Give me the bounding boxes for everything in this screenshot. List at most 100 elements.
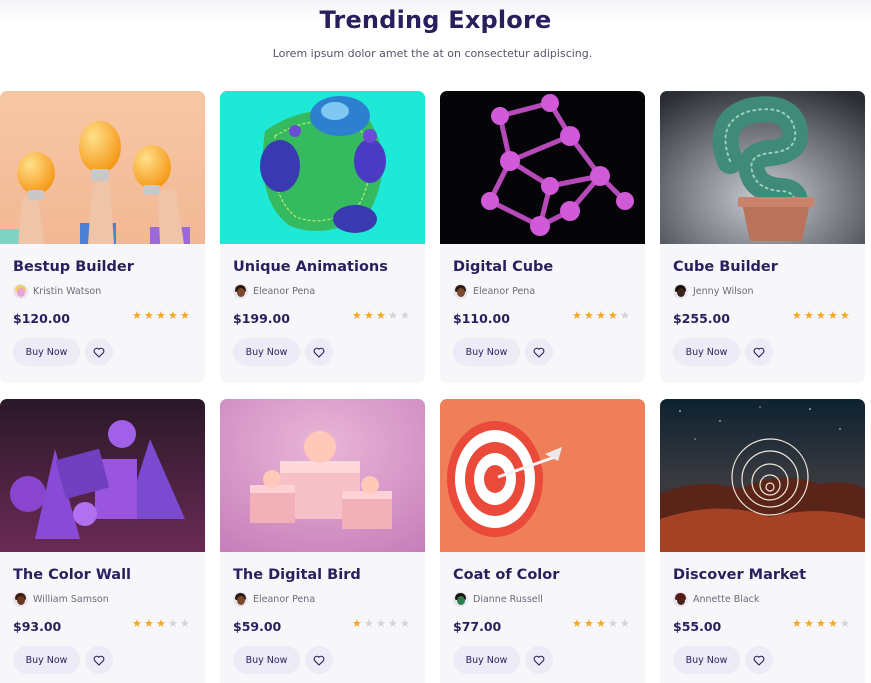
buy-now-button[interactable]: Buy Now xyxy=(453,646,520,674)
heart-icon xyxy=(313,347,325,358)
star-icon: ★ xyxy=(792,309,802,322)
product-image-cactus-pot[interactable] xyxy=(660,91,865,244)
star-icon: ★ xyxy=(840,617,850,630)
wishlist-button[interactable] xyxy=(305,338,333,366)
buy-now-button[interactable]: Buy Now xyxy=(673,338,740,366)
product-title[interactable]: The Digital Bird xyxy=(233,567,361,583)
author-name: Kristin Watson xyxy=(33,286,102,297)
star-icon: ★ xyxy=(388,617,398,630)
star-icon: ★ xyxy=(608,309,618,322)
author[interactable]: Annette Black xyxy=(673,592,759,607)
star-icon: ★ xyxy=(828,309,838,322)
author[interactable]: Eleanor Pena xyxy=(453,284,535,299)
avatar xyxy=(673,592,688,607)
author[interactable]: Jenny Wilson xyxy=(673,284,754,299)
product-title[interactable]: Cube Builder xyxy=(673,259,778,275)
star-icon: ★ xyxy=(364,309,374,322)
buy-now-button[interactable]: Buy Now xyxy=(13,646,80,674)
buy-now-button[interactable]: Buy Now xyxy=(233,646,300,674)
star-icon: ★ xyxy=(816,617,826,630)
wishlist-button[interactable] xyxy=(85,338,113,366)
product-card[interactable]: Digital Cube Eleanor Pena $110.00 ★ ★ ★ ★ ★ … xyxy=(440,91,645,383)
buy-now-button[interactable]: Buy Now xyxy=(13,338,80,366)
wishlist-button[interactable] xyxy=(745,646,773,674)
star-icon: ★ xyxy=(376,309,386,322)
buy-now-button[interactable]: Buy Now xyxy=(453,338,520,366)
star-icon: ★ xyxy=(352,309,362,322)
author[interactable]: William Samson xyxy=(13,592,109,607)
star-icon: ★ xyxy=(620,309,630,322)
rating-stars: ★ ★ ★ ★ ★ xyxy=(351,310,411,321)
rating-stars: ★ ★ ★ ★ ★ xyxy=(571,310,631,321)
wishlist-button[interactable] xyxy=(525,338,553,366)
product-card[interactable]: Coat of Color Dianne Russell $77.00 ★ ★ ★ ★… xyxy=(440,399,645,683)
avatar xyxy=(233,284,248,299)
wishlist-button[interactable] xyxy=(305,646,333,674)
star-icon: ★ xyxy=(168,617,178,630)
author[interactable]: Eleanor Pena xyxy=(233,592,315,607)
star-icon: ★ xyxy=(132,617,142,630)
heart-icon xyxy=(93,655,105,666)
rating-stars: ★ ★ ★ ★ ★ xyxy=(131,618,191,629)
star-icon: ★ xyxy=(804,309,814,322)
star-icon: ★ xyxy=(180,617,190,630)
price: $120.00 xyxy=(13,311,70,326)
product-title[interactable]: Discover Market xyxy=(673,567,806,583)
wishlist-button[interactable] xyxy=(525,646,553,674)
star-icon: ★ xyxy=(352,617,362,630)
product-card[interactable]: Discover Market Annette Black $55.00 ★ ★ ★… xyxy=(660,399,865,683)
product-image-lightbulbs-hands[interactable] xyxy=(0,91,205,244)
star-icon: ★ xyxy=(572,309,582,322)
star-icon: ★ xyxy=(364,617,374,630)
star-icon: ★ xyxy=(792,617,802,630)
product-image-pink-podium[interactable] xyxy=(220,399,425,552)
buy-now-button[interactable]: Buy Now xyxy=(673,646,740,674)
product-image-night-spiral[interactable] xyxy=(660,399,865,552)
product-title[interactable]: Unique Animations xyxy=(233,259,388,275)
price: $77.00 xyxy=(453,619,502,634)
rating-stars: ★ ★ ★ ★ ★ xyxy=(791,618,851,629)
price: $55.00 xyxy=(673,619,722,634)
star-icon: ★ xyxy=(596,309,606,322)
star-icon: ★ xyxy=(400,309,410,322)
wishlist-button[interactable] xyxy=(745,338,773,366)
product-title[interactable]: Bestup Builder xyxy=(13,259,134,275)
product-title[interactable]: Coat of Color xyxy=(453,567,559,583)
star-icon: ★ xyxy=(144,617,154,630)
author[interactable]: Dianne Russell xyxy=(453,592,543,607)
avatar xyxy=(673,284,688,299)
product-image-molecule[interactable] xyxy=(440,91,645,244)
heart-icon xyxy=(753,655,765,666)
author-name: Eleanor Pena xyxy=(253,594,316,605)
avatar xyxy=(453,284,468,299)
product-card[interactable]: Cube Builder Jenny Wilson $255.00 ★ ★ ★ ★ ★ … xyxy=(660,91,865,383)
avatar xyxy=(233,592,248,607)
product-image-purple-shapes[interactable] xyxy=(0,399,205,552)
product-card[interactable]: Bestup Builder Kristin Watson $120.00 ★ ★… xyxy=(0,91,205,383)
product-image-mesh-sculpture[interactable] xyxy=(220,91,425,244)
star-icon: ★ xyxy=(840,309,850,322)
star-icon: ★ xyxy=(596,617,606,630)
page-title: Trending Explore xyxy=(319,6,552,34)
wishlist-button[interactable] xyxy=(85,646,113,674)
heart-icon xyxy=(533,347,545,358)
star-icon: ★ xyxy=(144,309,154,322)
author[interactable]: Eleanor Pena xyxy=(233,284,315,299)
rating-stars: ★ ★ ★ ★ ★ xyxy=(571,618,631,629)
product-card[interactable]: Unique Animations Eleanor Pena $199.00 ★… xyxy=(220,91,425,383)
product-card[interactable]: The Color Wall William Samson $93.00 ★ ★ ★… xyxy=(0,399,205,683)
author-name: Annette Black xyxy=(693,594,760,605)
star-icon: ★ xyxy=(584,617,594,630)
star-icon: ★ xyxy=(180,309,190,322)
avatar xyxy=(13,592,28,607)
author[interactable]: Kristin Watson xyxy=(13,284,101,299)
author-name: William Samson xyxy=(33,594,109,605)
star-icon: ★ xyxy=(584,309,594,322)
star-icon: ★ xyxy=(388,309,398,322)
product-title[interactable]: The Color Wall xyxy=(13,567,131,583)
product-card[interactable]: The Digital Bird Eleanor Pena $59.00 ★ ★ ★… xyxy=(220,399,425,683)
product-image-target-arrow[interactable] xyxy=(440,399,645,552)
buy-now-button[interactable]: Buy Now xyxy=(233,338,300,366)
heart-icon xyxy=(313,655,325,666)
product-title[interactable]: Digital Cube xyxy=(453,259,553,275)
